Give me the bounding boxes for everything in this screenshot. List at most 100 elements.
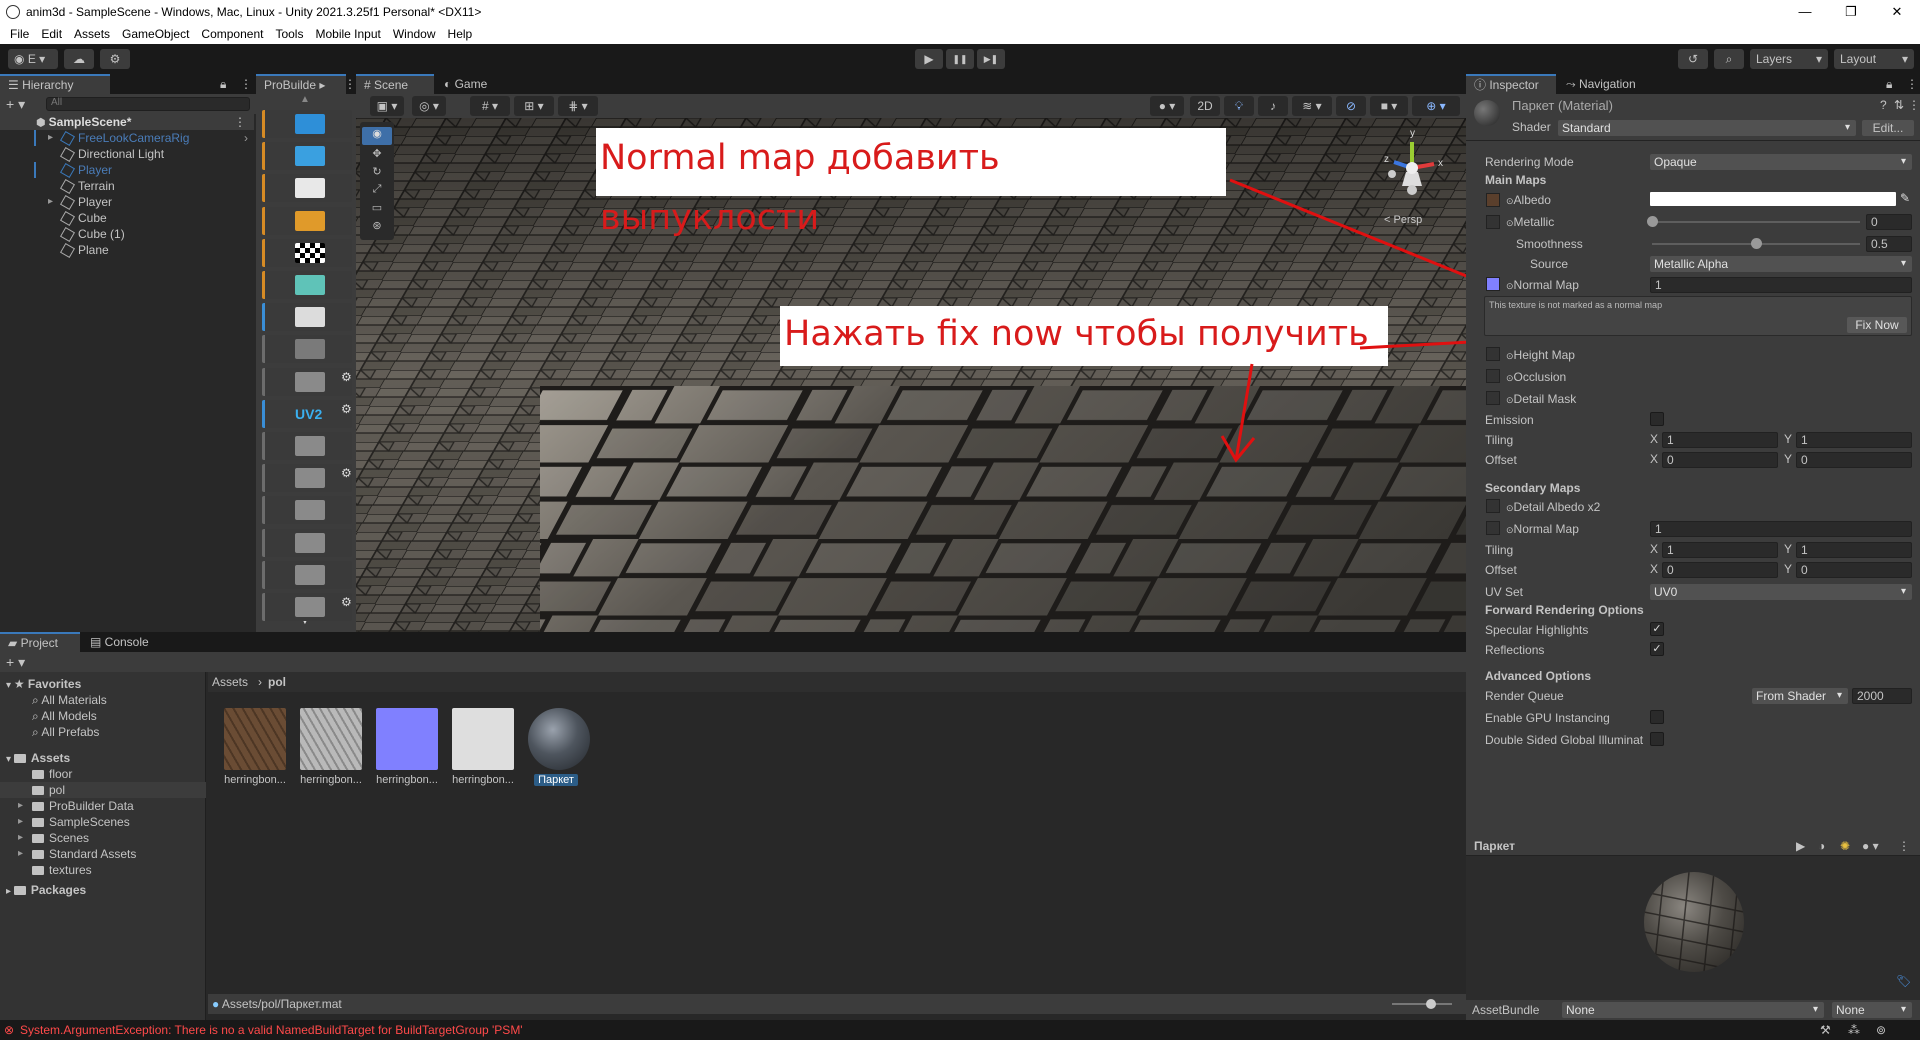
detail-normal-scale-field[interactable]: 1 (1650, 521, 1912, 537)
expand-arrow-icon[interactable]: ▸ (18, 798, 23, 814)
object-picker-icon[interactable]: ⊙ (1506, 281, 1514, 291)
probuilder-tool-button[interactable] (262, 432, 352, 460)
probuilder-tool-button[interactable]: ⚙ (262, 367, 352, 396)
probuilder-tool-button[interactable] (262, 206, 352, 235)
more-icon[interactable]: ⋮ (234, 114, 246, 130)
object-picker-icon[interactable]: ⊙ (1506, 218, 1514, 228)
play-button[interactable]: ▶ (915, 49, 943, 69)
add-icon[interactable]: + ▾ (6, 96, 25, 113)
more-icon[interactable]: ⋮ (1906, 77, 1918, 91)
offset2-y-field[interactable]: 0 (1796, 562, 1912, 578)
asset-normal-texture[interactable] (376, 708, 438, 770)
folder-item[interactable]: ▸ Scenes (0, 830, 206, 846)
probuilder-tool-button[interactable] (262, 142, 352, 171)
offset-x-field[interactable]: 0 (1662, 452, 1778, 468)
albedo-color-field[interactable] (1650, 192, 1896, 206)
folder-item[interactable]: textures (0, 862, 206, 878)
minimize-button[interactable]: — (1782, 0, 1828, 24)
debug-icon[interactable]: ⚒ (1820, 1023, 1831, 1037)
probuilder-tool-button[interactable] (262, 238, 352, 267)
draw-mode-button[interactable]: ▣ ▾ (370, 96, 404, 116)
asset-height-texture[interactable] (300, 708, 362, 770)
tab-probuilder[interactable]: ProBuilde ▸ (256, 74, 346, 94)
double-sided-gi-checkbox[interactable] (1650, 732, 1664, 746)
assetbundle-variant-dropdown[interactable]: None (1832, 1002, 1912, 1018)
asset-albedo-texture[interactable] (224, 708, 286, 770)
favorites-folder[interactable]: ▾ ★ Favorites (0, 676, 206, 692)
metallic-slider[interactable] (1647, 216, 1860, 227)
projection-label[interactable]: < Persp (1384, 214, 1422, 226)
breadcrumb-assets[interactable]: Assets (212, 675, 248, 689)
specular-highlights-checkbox[interactable]: ✓ (1650, 622, 1664, 636)
normal-map-texture-slot[interactable] (1486, 277, 1500, 291)
error-message[interactable]: System.ArgumentException: There is no a … (20, 1023, 523, 1037)
tiling-x-field[interactable]: 1 (1662, 432, 1778, 448)
play-icon[interactable]: ▶ (1796, 839, 1805, 853)
object-picker-icon[interactable]: ⊙ (1506, 395, 1514, 405)
tab-project[interactable]: ▰ Project (0, 632, 80, 652)
tab-scene[interactable]: # Scene (356, 74, 434, 94)
gear-icon[interactable]: ⚙ (341, 370, 352, 384)
probuilder-tool-button[interactable] (262, 271, 352, 299)
effects-button[interactable]: ≋ ▾ (1292, 96, 1332, 116)
menu-assets[interactable]: Assets (68, 27, 116, 41)
step-button[interactable]: ▶❚ (977, 49, 1005, 69)
chevron-right-icon[interactable]: › (244, 130, 248, 146)
hierarchy-item[interactable]: Plane (0, 242, 254, 259)
collab-button[interactable]: ⚙ (100, 49, 130, 69)
tiling2-y-field[interactable]: 1 (1796, 542, 1912, 558)
more-icon[interactable]: ⋮ (1908, 98, 1920, 112)
hierarchy-item[interactable]: Directional Light (0, 146, 254, 163)
history-button[interactable]: ↺ (1678, 49, 1708, 69)
source-dropdown[interactable]: Metallic Alpha (1650, 256, 1912, 272)
bug-icon[interactable]: ⁂ (1848, 1023, 1860, 1037)
gear-icon[interactable]: ⚙ (341, 595, 352, 609)
detail-mask-texture-slot[interactable] (1486, 391, 1500, 405)
expand-arrow-icon[interactable]: ▸ (18, 814, 23, 830)
gear-icon[interactable]: ⚙ (341, 466, 352, 480)
progress-icon[interactable]: ⊚ (1876, 1023, 1886, 1037)
icon-size-slider-knob[interactable] (1426, 999, 1436, 1009)
tab-console[interactable]: ▤ Console (82, 632, 162, 652)
asset-white-texture[interactable] (452, 708, 514, 770)
collapse-arrow-icon[interactable]: ▾ (6, 754, 14, 765)
tag-icon[interactable]: 🏷︎ (1896, 974, 1911, 988)
menu-file[interactable]: File (4, 27, 35, 41)
probuilder-tool-button[interactable]: ⚙ (262, 593, 352, 621)
2d-toggle[interactable]: 2D (1190, 96, 1220, 116)
metallic-value-field[interactable]: 0 (1866, 214, 1912, 230)
tiling2-x-field[interactable]: 1 (1662, 542, 1778, 558)
folder-item[interactable]: ▸ ProBuilder Data (0, 798, 206, 814)
more-icon[interactable]: ⋮ (1898, 839, 1910, 853)
shader-dropdown[interactable]: Standard (1558, 120, 1856, 136)
object-picker-icon[interactable]: ⊙ (1506, 196, 1514, 206)
collapse-arrow-icon[interactable]: ▾ (6, 680, 14, 691)
probuilder-tool-button[interactable] (262, 303, 352, 332)
smoothness-slider-knob[interactable] (1751, 238, 1762, 249)
occlusion-texture-slot[interactable] (1486, 369, 1500, 383)
asset-material-parket[interactable] (528, 708, 590, 770)
menu-tools[interactable]: Tools (269, 27, 309, 41)
lock-icon[interactable]: 🔒︎ (1886, 77, 1892, 92)
expand-arrow-icon[interactable]: ▸ (18, 830, 23, 846)
smoothness-slider[interactable] (1652, 238, 1860, 249)
grid-snap-button[interactable]: # ▾ (470, 96, 510, 116)
menu-gameobject[interactable]: GameObject (116, 27, 195, 41)
audio-toggle[interactable]: ♪ (1258, 96, 1288, 116)
folder-item[interactable]: floor (0, 766, 206, 782)
orientation-gizmo[interactable]: y x z (1372, 128, 1452, 208)
assetbundle-dropdown[interactable]: None (1562, 1002, 1824, 1018)
hierarchy-item[interactable]: ▸ FreeLookCameraRig › (0, 130, 254, 147)
menu-component[interactable]: Component (195, 27, 269, 41)
normal-map-scale-field[interactable]: 1 (1650, 277, 1912, 293)
packages-folder[interactable]: ▸ Packages (0, 882, 206, 898)
favorite-item[interactable]: ⌕ All Models (0, 708, 206, 724)
emission-checkbox[interactable] (1650, 412, 1664, 426)
folder-item[interactable]: ▸ SampleScenes (0, 814, 206, 830)
offset2-x-field[interactable]: 0 (1662, 562, 1778, 578)
metallic-slider-knob[interactable] (1647, 216, 1658, 227)
ruler-button[interactable]: ⋕ ▾ (558, 96, 598, 116)
tiling-y-field[interactable]: 1 (1796, 432, 1912, 448)
snap-increment-button[interactable]: ⊞ ▾ (514, 96, 554, 116)
maximize-button[interactable]: ❐ (1828, 0, 1874, 24)
